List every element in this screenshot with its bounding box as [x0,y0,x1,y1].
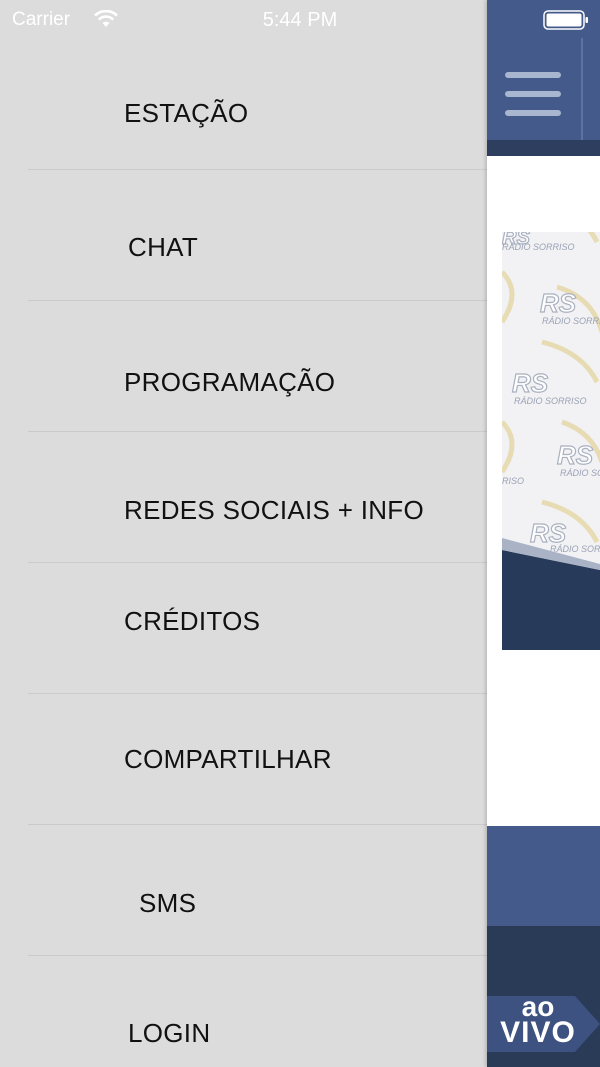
svg-text:RISO: RISO [502,476,524,486]
svg-text:RS: RS [540,288,577,318]
svg-text:RS: RS [512,368,549,398]
nav-separator [581,38,583,140]
menu-item-creditos[interactable]: CRÉDITOS [0,563,487,693]
radio-sorriso-logo-pattern: RS RS RS RS RS RÁDIO SORRISO RÁDIO SORRI… [502,232,600,650]
menu-item-label: SMS [139,888,197,918]
nav-bottom-strip [487,140,600,156]
menu-item-label: COMPARTILHAR [124,744,332,774]
menu-item-chat[interactable]: CHAT [0,170,487,300]
status-bar: Carrier 5:44 PM [0,0,600,40]
station-banner: RS RS RS RS RS RÁDIO SORRISO RÁDIO SORRI… [502,232,600,650]
svg-text:RÁDIO SORRISO: RÁDIO SORRISO [502,242,575,252]
menu-item-login[interactable]: LOGIN [0,956,487,1067]
battery-icon [543,10,588,30]
svg-text:RÁDIO SORRISO: RÁDIO SORRISO [542,316,600,326]
live-button[interactable]: ao VIVO [487,993,600,1054]
menu-item-label: ESTAÇÃO [124,98,249,128]
live-label-line2: VIVO [500,1016,576,1049]
menu-item-estacao[interactable]: ESTAÇÃO [0,80,487,170]
svg-text:RÁDIO SORRISO: RÁDIO SORRISO [514,396,587,406]
menu-item-label: LOGIN [128,1018,211,1048]
menu-item-sms[interactable]: SMS [0,825,487,955]
menu-item-label: CRÉDITOS [124,606,261,636]
live-label: ao VIVO [498,993,578,1049]
menu-item-label: REDES SOCIAIS + INFO [124,495,425,525]
side-menu: ESTAÇÃO CHAT PROGRAMAÇÃO REDES SOCIAIS +… [0,0,487,1067]
menu-item-label: PROGRAMAÇÃO [124,367,336,397]
menu-item-programacao[interactable]: PROGRAMAÇÃO [0,301,487,431]
main-content-view[interactable]: RS RS RS RS RS RÁDIO SORRISO RÁDIO SORRI… [487,0,600,1067]
svg-text:RS: RS [557,440,594,470]
menu-item-redes-sociais[interactable]: REDES SOCIAIS + INFO [0,432,487,562]
player-bar [487,826,600,926]
svg-text:RÁDIO SORRISO: RÁDIO SORRISO [550,544,600,554]
hamburger-icon[interactable] [501,70,563,118]
menu-item-label: CHAT [128,232,199,262]
menu-item-compartilhar[interactable]: COMPARTILHAR [0,694,487,824]
svg-text:RÁDIO SORRISO: RÁDIO SORRISO [560,468,600,478]
clock: 5:44 PM [262,9,338,31]
